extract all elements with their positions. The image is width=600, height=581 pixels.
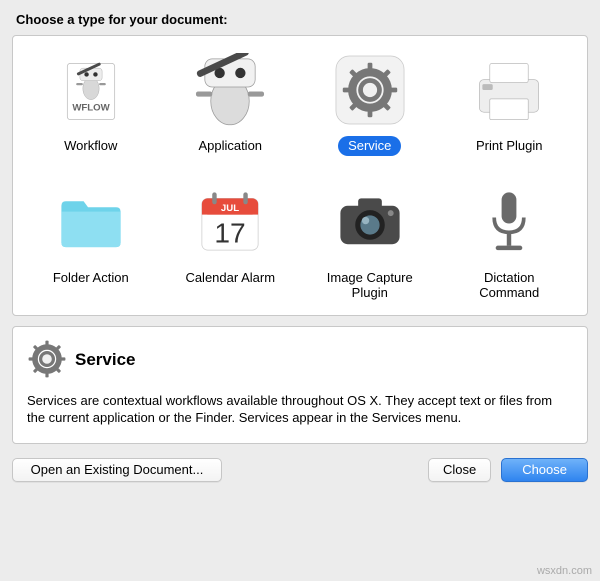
type-label: Workflow: [54, 136, 127, 156]
type-print-plugin[interactable]: Print Plugin: [440, 46, 580, 160]
type-label: DictationCommand: [469, 268, 549, 303]
type-workflow[interactable]: WFLOW Workflow: [21, 46, 161, 160]
type-application[interactable]: Application: [161, 46, 301, 160]
svg-text:17: 17: [215, 217, 246, 248]
microphone-icon: [469, 182, 549, 262]
description-title: Service: [75, 350, 136, 370]
camera-icon: [330, 182, 410, 262]
svg-text:WFLOW: WFLOW: [72, 103, 110, 114]
choose-button[interactable]: Choose: [501, 458, 588, 482]
description-body: Services are contextual workflows availa…: [27, 392, 573, 427]
close-button[interactable]: Close: [428, 458, 491, 482]
calendar-icon: JUL 17: [190, 182, 270, 262]
svg-text:JUL: JUL: [221, 202, 239, 213]
type-service[interactable]: Service: [300, 46, 440, 160]
type-dictation-command[interactable]: DictationCommand: [440, 178, 580, 307]
gear-icon: [27, 339, 67, 382]
type-grid-panel: WFLOW Workflow: [12, 35, 588, 316]
printer-icon: [469, 50, 549, 130]
prompt-text: Choose a type for your document:: [12, 12, 588, 27]
type-label: Service: [338, 136, 401, 156]
type-label: Folder Action: [43, 268, 139, 288]
type-image-capture-plugin[interactable]: Image CapturePlugin: [300, 178, 440, 307]
type-folder-action[interactable]: Folder Action: [21, 178, 161, 307]
open-existing-button[interactable]: Open an Existing Document...: [12, 458, 222, 482]
type-calendar-alarm[interactable]: JUL 17 Calendar Alarm: [161, 178, 301, 307]
watermark: wsxdn.com: [537, 565, 592, 577]
description-panel: Service Services are contextual workflow…: [12, 326, 588, 444]
application-icon: [190, 50, 270, 130]
workflow-icon: WFLOW: [51, 50, 131, 130]
type-label: Application: [188, 136, 272, 156]
service-icon: [330, 50, 410, 130]
folder-icon: [51, 182, 131, 262]
type-label: Print Plugin: [466, 136, 552, 156]
type-label: Image CapturePlugin: [317, 268, 423, 303]
type-label: Calendar Alarm: [175, 268, 285, 288]
